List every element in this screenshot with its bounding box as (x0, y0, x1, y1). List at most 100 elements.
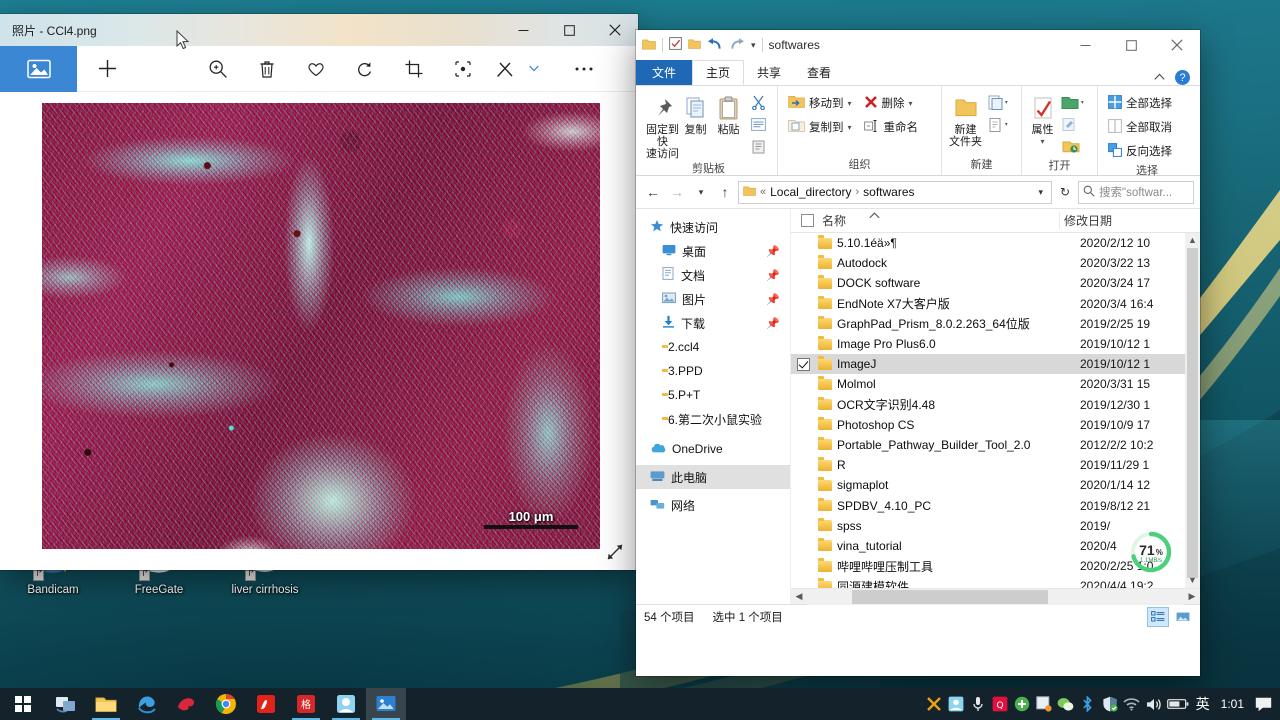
draw-icon[interactable] (487, 46, 523, 92)
photos-close-button[interactable] (592, 14, 638, 46)
table-row[interactable]: SPDBV_4.10_PC 2019/8/12 21 (791, 495, 1200, 515)
green-plus-tray-icon[interactable] (1011, 691, 1033, 717)
crop-icon[interactable] (389, 46, 438, 92)
photos-titlebar[interactable]: 照片 - CCl4.png (0, 14, 638, 46)
table-row[interactable]: EndNote X7大客户版 2020/3/4 16:4 (791, 294, 1200, 314)
help-icon[interactable]: ? (1175, 70, 1190, 85)
photos-canvas[interactable]: 100 μm (0, 92, 638, 570)
tab-view[interactable]: 查看 (794, 60, 844, 85)
horizontal-scroll-track[interactable] (807, 588, 1184, 605)
new-item-icon[interactable] (985, 92, 1013, 113)
table-row[interactable]: GraphPad_Prism_8.0.2.263_64位版 2019/2/25 1… (791, 314, 1200, 334)
refresh-button[interactable]: ↻ (1054, 181, 1076, 203)
table-row[interactable]: DOCK software 2020/3/24 17 (791, 273, 1200, 293)
horizontal-scrollbar[interactable]: ◀ ▶ (791, 588, 1200, 605)
mic-tray-icon[interactable] (967, 691, 989, 717)
column-headers[interactable]: 名称 修改日期 (791, 209, 1200, 233)
sidebar-item-quick-access[interactable]: 快速访问 (636, 215, 790, 239)
histology-image[interactable]: 100 μm (42, 103, 600, 549)
task-view-button[interactable] (46, 688, 86, 720)
sidebar-item-this-pc[interactable]: 此电脑 (636, 465, 790, 489)
rotate-icon[interactable] (340, 46, 389, 92)
photos-window[interactable]: 照片 - CCl4.png 100 μm (0, 14, 638, 570)
table-row[interactable]: R 2019/11/29 1 (791, 455, 1200, 475)
forward-button[interactable]: → (666, 181, 688, 203)
vertical-scrollbar[interactable]: ▲ ▼ (1185, 233, 1200, 588)
pin-icon[interactable]: 📌 (766, 245, 780, 258)
horizontal-scroll-thumb[interactable] (852, 589, 1049, 604)
photo-tile-icon[interactable] (0, 45, 77, 92)
sidebar-item-downloads[interactable]: 下载 📌 (636, 311, 790, 335)
new-folder-icon[interactable] (688, 38, 701, 53)
add-button[interactable] (77, 46, 137, 92)
sidebar-item-3ppd[interactable]: 3.PPD (636, 359, 790, 383)
undo-icon[interactable] (707, 37, 723, 54)
delete-button[interactable]: 删除 ▾ (860, 92, 923, 114)
scroll-right-arrow[interactable]: ▶ (1184, 591, 1200, 602)
breadcrumb-local-directory[interactable]: Local_directory (770, 185, 851, 199)
blue-app-button[interactable] (326, 688, 366, 720)
wechat-tray-icon[interactable] (1055, 691, 1077, 717)
open-icon[interactable] (1059, 92, 1089, 113)
tab-share[interactable]: 共享 (744, 60, 794, 85)
sidebar-item-onedrive[interactable]: OneDrive (636, 437, 790, 461)
redo-icon[interactable] (729, 37, 745, 54)
security-tray-icon[interactable] (1099, 691, 1121, 717)
more-icon[interactable] (559, 46, 608, 92)
red-app-button[interactable]: 格 (286, 688, 326, 720)
explorer-minimize-button[interactable] (1062, 30, 1108, 60)
delete-icon[interactable] (242, 46, 291, 92)
sidebar-item-documents[interactable]: 文档 📌 (636, 263, 790, 287)
explorer-window-controls[interactable] (1062, 30, 1200, 60)
back-button[interactable]: ← (642, 181, 664, 203)
taskbar[interactable]: 格 Q 英 1:01 (0, 688, 1280, 720)
delete-caret-icon[interactable]: ▾ (909, 99, 913, 108)
sidebar-item-pictures[interactable]: 图片 📌 (636, 287, 790, 311)
photos-maximize-button[interactable] (546, 14, 592, 46)
volume-tray-icon[interactable] (1143, 691, 1165, 717)
select-all-checkbox[interactable] (801, 214, 814, 227)
taskbar-items[interactable]: 格 (46, 688, 406, 720)
draw-dropdown-icon[interactable] (523, 46, 545, 92)
copy-path-icon[interactable] (747, 114, 769, 135)
table-row[interactable]: OCR文字识别4.48 2019/12/30 1 (791, 395, 1200, 415)
explorer-maximize-button[interactable] (1108, 30, 1154, 60)
table-row[interactable]: sigmaplot 2020/1/14 12 (791, 475, 1200, 495)
photos-toolbar[interactable] (0, 45, 638, 92)
breadcrumb-softwares[interactable]: softwares (863, 185, 914, 199)
invert-selection-button[interactable]: 反向选择 (1104, 140, 1176, 162)
scroll-down-arrow[interactable]: ▼ (1185, 573, 1200, 588)
table-row[interactable]: ImageJ 2019/10/12 1 (791, 354, 1200, 375)
paste-shortcut-icon[interactable] (747, 136, 769, 157)
qq-tray-icon[interactable]: Q (989, 691, 1011, 717)
photos-window-controls[interactable] (500, 14, 638, 46)
ribbon-collapse-icon[interactable] (1154, 72, 1165, 84)
address-dropdown-icon[interactable]: ▾ (1034, 187, 1047, 198)
history-icon[interactable] (1059, 136, 1089, 157)
favorite-icon[interactable] (291, 46, 340, 92)
sidebar-item-6-second-mouse-experiment[interactable]: 6.第二次小鼠实验 (636, 407, 790, 431)
action-center-icon[interactable] (1250, 691, 1276, 717)
photos-minimize-button[interactable] (500, 14, 546, 46)
enhance-icon[interactable] (438, 46, 487, 92)
system-tray[interactable]: Q 英 1:01 (923, 688, 1280, 720)
acrobat-reader-button[interactable] (246, 688, 286, 720)
table-row[interactable]: Autodock 2020/3/22 13 (791, 253, 1200, 273)
tab-file[interactable]: 文件 (636, 60, 693, 85)
start-button[interactable] (0, 688, 46, 720)
row-checkbox[interactable] (791, 357, 815, 371)
new-folder-button[interactable]: 新建 文件夹 (948, 90, 983, 148)
paste-button[interactable]: 粘贴 (712, 90, 745, 136)
blue-app-tray-icon[interactable] (945, 691, 967, 717)
edit-icon[interactable] (1059, 114, 1089, 135)
view-buttons[interactable] (1147, 606, 1200, 627)
file-explorer-button[interactable] (86, 688, 126, 720)
pin-icon[interactable]: 📌 (766, 317, 780, 330)
sidebar-item-2ccl4[interactable]: 2.ccl4 (636, 335, 790, 359)
column-header-date[interactable]: 修改日期 (1059, 212, 1185, 229)
file-explorer-window[interactable]: ▾ softwares 文件 主页 共享 查看 ? 固定到快 速访问 复制 粘贴… (636, 30, 1200, 676)
large-icons-view-button[interactable] (1172, 607, 1194, 627)
photos-button[interactable] (366, 688, 406, 720)
checkbox-icon[interactable] (669, 37, 682, 53)
wifi-tray-icon[interactable] (1121, 691, 1143, 717)
